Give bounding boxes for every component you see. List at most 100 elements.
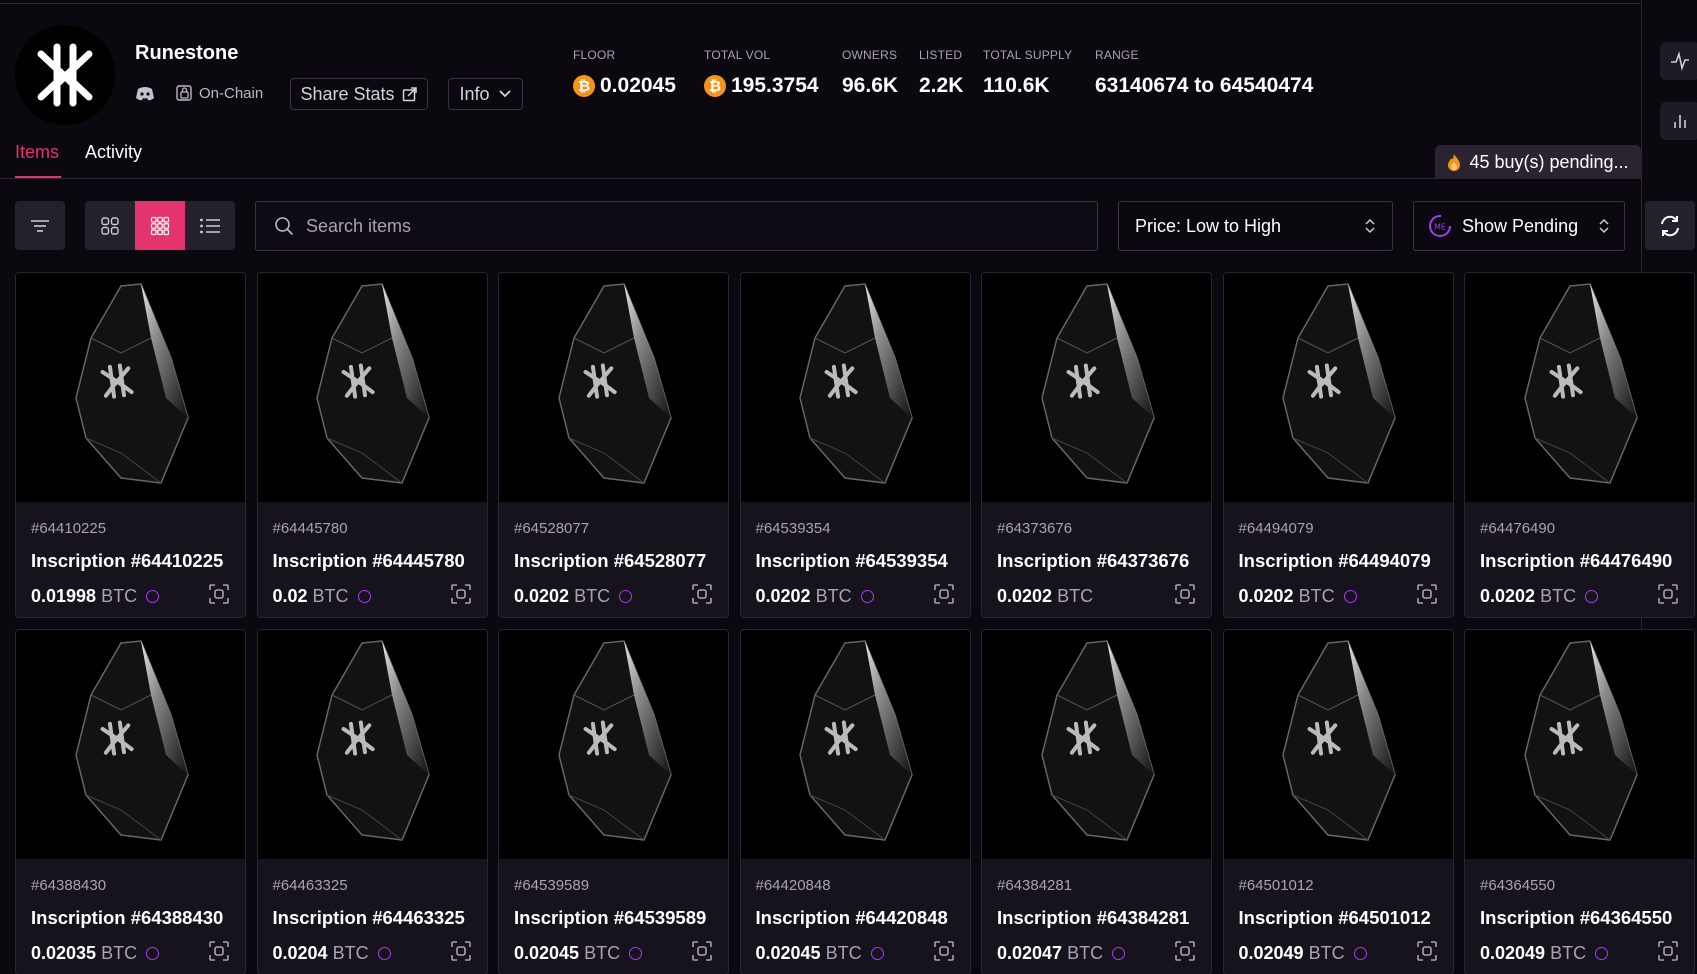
tab-items[interactable]: Items: [15, 142, 59, 163]
item-price-currency: BTC: [1550, 943, 1587, 963]
magic-eden-badge-icon: [870, 947, 884, 960]
share-icon: [402, 87, 417, 102]
item-price: 0.02045 BTC: [514, 943, 643, 964]
on-chain-lock-icon: [176, 85, 192, 101]
small-grid-icon: [150, 216, 170, 235]
item-card[interactable]: #64373676 Inscription #64373676 0.0202 B…: [981, 272, 1212, 618]
tab-activity[interactable]: Activity: [85, 142, 142, 163]
filter-button[interactable]: [15, 201, 65, 250]
item-price-amount: 0.0202: [1480, 586, 1536, 606]
item-price-amount: 0.0202: [1238, 586, 1294, 606]
item-image: [740, 630, 970, 859]
share-stats-button[interactable]: Share Stats: [290, 78, 428, 110]
refresh-button[interactable]: [1645, 201, 1695, 250]
item-card[interactable]: #64528077 Inscription #64528077 0.0202 B…: [498, 272, 729, 618]
pending-filter-select[interactable]: ME Show Pending: [1413, 201, 1625, 251]
item-card[interactable]: #64476490 Inscription #64476490 0.0202 B…: [1464, 272, 1695, 618]
item-price: 0.0202 BTC: [514, 586, 633, 607]
activity-chart-button[interactable]: [1660, 42, 1697, 80]
item-title: Inscription #64410225: [31, 550, 224, 571]
stat-label: FLOOR: [573, 48, 616, 62]
item-price: 0.0202 BTC: [756, 586, 874, 607]
magic-eden-badge-icon: [377, 947, 391, 960]
sort-value: Price: Low to High: [1135, 215, 1282, 236]
item-card[interactable]: #64410225 Inscription #64410225 0.01998 …: [15, 272, 246, 618]
info-dropdown[interactable]: Info: [448, 78, 523, 110]
quick-view-icon[interactable]: [1416, 940, 1438, 967]
pending-buys-banner[interactable]: 45 buy(s) pending...: [1435, 145, 1641, 179]
item-card[interactable]: #64494079 Inscription #64494079 0.0202 B…: [1222, 272, 1454, 618]
item-title: Inscription #64373676: [997, 550, 1190, 571]
stat-total-vol: TOTAL VOL ₿ 195.3754: [704, 48, 819, 98]
item-image: [499, 273, 728, 502]
magic-eden-badge-icon: [619, 590, 633, 603]
quick-view-icon[interactable]: [450, 940, 472, 967]
magic-eden-badge-icon: [860, 590, 874, 603]
collection-name: Runestone: [135, 42, 239, 64]
item-card[interactable]: #64445780 Inscription #64445780 0.02 BTC: [256, 272, 488, 618]
bitcoin-icon: ₿: [704, 75, 726, 97]
item-price-amount: 0.0204: [272, 943, 328, 963]
item-title: Inscription #64539589: [514, 907, 707, 928]
quick-view-icon[interactable]: [208, 940, 230, 967]
stat-value: 63140674 to 64540474: [1095, 74, 1314, 97]
item-price-currency: BTC: [1057, 586, 1094, 606]
stat-total-supply: TOTAL SUPPLY 110.6K: [983, 48, 1072, 98]
item-inscription-number: #64476490: [1480, 520, 1556, 537]
discord-icon[interactable]: [135, 86, 155, 107]
item-inscription-number: #64528077: [514, 520, 590, 537]
item-image: [982, 273, 1211, 502]
quick-view-icon[interactable]: [1657, 940, 1679, 967]
item-title: Inscription #64539354: [755, 550, 948, 571]
runestone-crystal-image: [1282, 282, 1396, 484]
share-stats-label: Share Stats: [300, 83, 395, 104]
item-image: [499, 630, 728, 859]
magic-eden-badge-icon: [629, 947, 643, 960]
item-title: Inscription #64384281: [997, 907, 1190, 928]
item-card[interactable]: #64539354 Inscription #64539354 0.0202 B…: [739, 272, 971, 618]
quick-view-icon[interactable]: [1416, 583, 1438, 610]
quick-view-icon[interactable]: [208, 583, 230, 610]
view-large-grid-button[interactable]: [85, 201, 135, 250]
item-card[interactable]: #64388430 Inscription #64388430 0.02035 …: [15, 629, 246, 974]
pending-filter-label: Show Pending: [1462, 215, 1579, 236]
magic-eden-icon: ME: [1429, 215, 1451, 237]
quick-view-icon[interactable]: [450, 583, 472, 610]
quick-view-icon[interactable]: [691, 583, 713, 610]
quick-view-icon[interactable]: [1174, 583, 1196, 610]
item-card[interactable]: #64463325 Inscription #64463325 0.0204 B…: [256, 629, 488, 974]
item-price-currency: BTC: [1308, 943, 1345, 963]
item-inscription-number: #64410225: [31, 520, 107, 537]
stat-label: TOTAL SUPPLY: [983, 48, 1073, 62]
item-card[interactable]: #64420848 Inscription #64420848 0.02045 …: [739, 629, 971, 974]
quick-view-icon[interactable]: [1657, 583, 1679, 610]
item-price-currency: BTC: [1067, 943, 1104, 963]
quick-view-icon[interactable]: [691, 940, 713, 967]
search-input[interactable]: [306, 215, 1066, 237]
view-small-grid-button[interactable]: [135, 201, 185, 250]
quick-view-icon[interactable]: [933, 940, 955, 967]
quick-view-icon[interactable]: [933, 583, 955, 610]
on-chain-badge: On-Chain: [175, 84, 263, 102]
view-list-button[interactable]: [185, 201, 235, 250]
item-price-currency: BTC: [1298, 586, 1335, 606]
item-card[interactable]: #64539589 Inscription #64539589 0.02045 …: [498, 629, 729, 974]
bitcoin-icon: ₿: [573, 75, 595, 97]
runestone-crystal-image: [799, 639, 913, 841]
item-card[interactable]: #64364550 Inscription #64364550 0.02049 …: [1464, 629, 1695, 974]
runestone-crystal-image: [74, 282, 189, 484]
item-price: 0.02049 BTC: [1239, 943, 1367, 964]
item-title: Inscription #64364550: [1480, 907, 1673, 928]
stats-chart-button[interactable]: [1660, 102, 1697, 140]
stat-label: LISTED: [919, 48, 963, 62]
magic-eden-badge-icon: [357, 590, 371, 603]
item-price: 0.02045 BTC: [756, 943, 884, 964]
item-price-amount: 0.02045: [755, 943, 821, 963]
sort-select[interactable]: Price: Low to High: [1118, 201, 1393, 251]
item-price: 0.01998 BTC: [31, 586, 160, 607]
item-price-amount: 0.0202: [997, 586, 1053, 606]
item-card[interactable]: #64384281 Inscription #64384281 0.02047 …: [981, 629, 1212, 974]
item-price-currency: BTC: [312, 586, 349, 606]
quick-view-icon[interactable]: [1174, 940, 1196, 967]
item-card[interactable]: #64501012 Inscription #64501012 0.02049 …: [1222, 629, 1454, 974]
